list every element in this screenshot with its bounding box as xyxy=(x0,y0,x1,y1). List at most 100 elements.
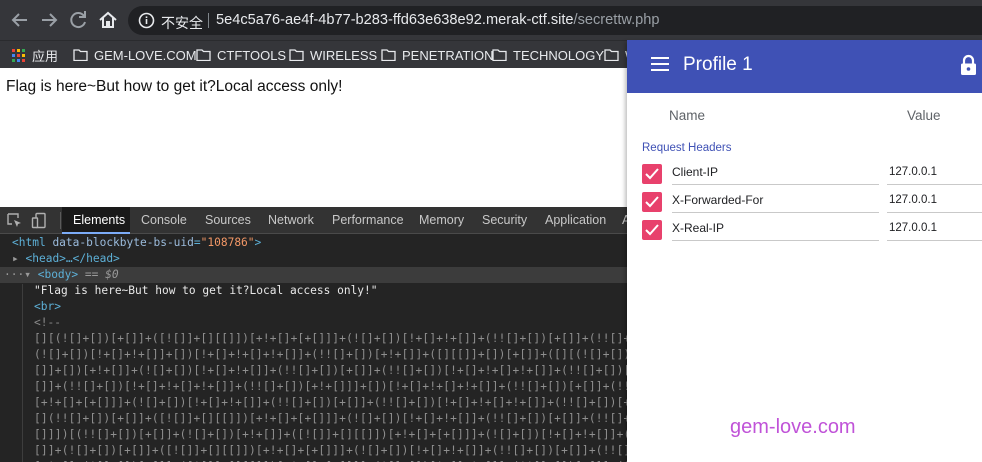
header-value-field[interactable]: 127.0.0.1 xyxy=(887,191,982,213)
header-row: X-Real-IP 127.0.0.1 xyxy=(642,219,982,243)
info-icon[interactable] xyxy=(138,12,155,29)
jsfuck-line: (![]+[])[!+[]+!+[]]+[])[!+[]+!+[]+!+[]]+… xyxy=(34,348,627,361)
text-node-content: "Flag is here~But how to get it?Local ac… xyxy=(34,284,378,297)
home-icon[interactable] xyxy=(96,8,120,32)
comment-start: <!-- xyxy=(34,316,61,329)
collapse-triangle-icon[interactable]: ▾ xyxy=(24,268,31,281)
jsfuck-line: []]+(![]+[])[+[]]+([![]]+[][[]])[+!+[]+[… xyxy=(34,444,627,457)
jsfuck-line: []]+[])[+!+[]]+(![]+[])[!+[]+!+[]]+(!![]… xyxy=(34,364,627,377)
bookmark-penetration[interactable]: PENETRATION xyxy=(381,46,494,64)
bookmark-label: TECHNOLOGY xyxy=(513,47,605,63)
reload-icon[interactable] xyxy=(66,8,90,32)
header-value-text: 127.0.0.1 xyxy=(889,222,937,234)
header-checkbox[interactable] xyxy=(642,164,662,184)
url-path: /secrettw.php xyxy=(573,12,660,28)
jsfuck-line: [+!+[]+[+[]]]+(![]+[])[!+[]+!+[]]+(!![]+… xyxy=(34,396,627,409)
header-value-field[interactable]: 127.0.0.1 xyxy=(887,163,982,185)
ellipsis-icon[interactable]: ··· xyxy=(4,268,24,281)
section-request-headers: Request Headers xyxy=(642,142,732,154)
header-value-field[interactable]: 127.0.0.1 xyxy=(887,219,982,241)
html-attr-name: data-blockbyte-bs-uid xyxy=(52,236,194,249)
body-node[interactable]: ···▾ <body> == $0 xyxy=(4,267,119,283)
head-tag: <head>…</head> xyxy=(25,252,120,265)
html-attr-value: "108786" xyxy=(200,236,255,249)
apps-shortcut[interactable]: 应用 xyxy=(12,46,58,64)
br-node[interactable]: <br> xyxy=(34,299,61,315)
apps-dot xyxy=(22,53,25,57)
devtools-panel: Elements Console Sources Network Perform… xyxy=(0,207,627,462)
tab-elements[interactable]: Elements xyxy=(62,207,130,234)
forward-icon[interactable] xyxy=(37,8,61,32)
devtools-tabbar: Elements Console Sources Network Perform… xyxy=(0,207,627,234)
header-value-text: 127.0.0.1 xyxy=(889,166,937,178)
column-header-name: Name xyxy=(669,108,706,123)
comment-open[interactable]: <!-- xyxy=(34,315,61,331)
tab-sources[interactable]: Sources xyxy=(205,213,251,227)
head-node[interactable]: ▸ <head>…</head> xyxy=(12,251,120,267)
header-editor-popup: Profile 1 Name Value Request Headers Cli… xyxy=(627,40,982,462)
tab-divider xyxy=(60,212,61,229)
bookmark-label: WIRELESS xyxy=(310,47,378,63)
hamburger-menu-icon[interactable] xyxy=(651,57,669,71)
bookmark-technology[interactable]: TECHNOLOGY xyxy=(492,46,604,64)
header-checkbox[interactable] xyxy=(642,192,662,212)
jsfuck-line: [][(![]+[])[+[]]+([![]]+[][[]])[+!+[]+[+… xyxy=(34,332,627,345)
bookmark-gem-love[interactable]: GEM-LOVE.COM xyxy=(73,46,197,64)
tab-security[interactable]: Security xyxy=(482,213,527,227)
column-header-value: Value xyxy=(907,108,941,123)
apps-dot xyxy=(17,48,20,52)
lock-icon[interactable] xyxy=(960,54,977,76)
address-bar[interactable]: 不安全 5e4c5a76-ae4f-4b77-b283-ffd63e638e92… xyxy=(128,6,982,35)
device-toolbar-icon[interactable] xyxy=(31,212,48,229)
bookmark-label: CTFTOOLS xyxy=(217,47,287,63)
apps-dot xyxy=(22,58,25,62)
jsfuck-line: []]+(!![]+[])[!+[]+!+[]+!+[]]+(!![]+[])[… xyxy=(34,380,627,393)
folder-icon xyxy=(73,49,88,61)
bookmark-wireless[interactable]: WIRELESS xyxy=(289,46,377,64)
tab-elements-label: Elements xyxy=(73,213,126,227)
header-name-text: X-Real-IP xyxy=(672,221,725,235)
header-name-field[interactable]: X-Forwarded-For xyxy=(672,191,879,213)
watermark: gem-love.com xyxy=(730,416,856,438)
folder-icon xyxy=(604,49,619,61)
jsfuck-line: []]])[(!![]+[])[+[]]+(![]+[])[+!+[]]+([!… xyxy=(34,428,627,441)
browser-toolbar: 不安全 5e4c5a76-ae4f-4b77-b283-ffd63e638e92… xyxy=(0,0,982,40)
header-name-field[interactable]: X-Real-IP xyxy=(672,219,879,241)
body-tag: <body> xyxy=(37,268,79,281)
jsfuck-line: [](!![]+[])[+[]]+([![]]+[][[]])[+!+[]+[+… xyxy=(34,412,627,425)
header-row: X-Forwarded-For 127.0.0.1 xyxy=(642,191,982,215)
url-host: 5e4c5a76-ae4f-4b77-b283-ffd63e638e92.mer… xyxy=(216,12,574,28)
header-name-text: X-Forwarded-For xyxy=(672,193,764,207)
header-row: Client-IP 127.0.0.1 xyxy=(642,163,982,187)
folder-icon xyxy=(381,49,396,61)
header-name-field[interactable]: Client-IP xyxy=(672,163,879,185)
text-node[interactable]: "Flag is here~But how to get it?Local ac… xyxy=(34,283,378,299)
bookmark-ctftools[interactable]: CTFTOOLS xyxy=(196,46,286,64)
inspect-element-icon[interactable] xyxy=(6,212,23,229)
tab-network[interactable]: Network xyxy=(268,213,314,227)
bookmark-label: PENETRATION xyxy=(402,47,494,63)
security-label[interactable]: 不安全 xyxy=(161,13,203,33)
tab-application[interactable]: Application xyxy=(545,213,606,227)
back-icon[interactable] xyxy=(8,8,32,32)
folder-icon xyxy=(492,49,507,61)
expand-triangle-icon[interactable]: ▸ xyxy=(12,252,19,265)
apps-label: 应用 xyxy=(32,48,59,64)
html-node[interactable]: <html data-blockbyte-bs-uid="108786"> xyxy=(12,235,261,251)
url-divider xyxy=(208,13,209,28)
tab-memory[interactable]: Memory xyxy=(419,213,464,227)
apps-dot xyxy=(12,48,15,52)
tab-console[interactable]: Console xyxy=(141,213,187,227)
html-tag: <html xyxy=(12,236,46,249)
dom-tree: <html data-blockbyte-bs-uid="108786"> ▸ … xyxy=(0,235,627,462)
apps-dot xyxy=(22,48,25,52)
apps-dot xyxy=(17,53,20,57)
apps-dot xyxy=(12,58,15,62)
header-value-text: 127.0.0.1 xyxy=(889,194,937,206)
bookmark-label: GEM-LOVE.COM xyxy=(94,47,197,63)
header-checkbox[interactable] xyxy=(642,220,662,240)
folder-icon xyxy=(196,49,211,61)
url-text[interactable]: 5e4c5a76-ae4f-4b77-b283-ffd63e638e92.mer… xyxy=(216,12,660,28)
tab-performance[interactable]: Performance xyxy=(332,213,404,227)
html-tag-close: > xyxy=(254,236,262,249)
